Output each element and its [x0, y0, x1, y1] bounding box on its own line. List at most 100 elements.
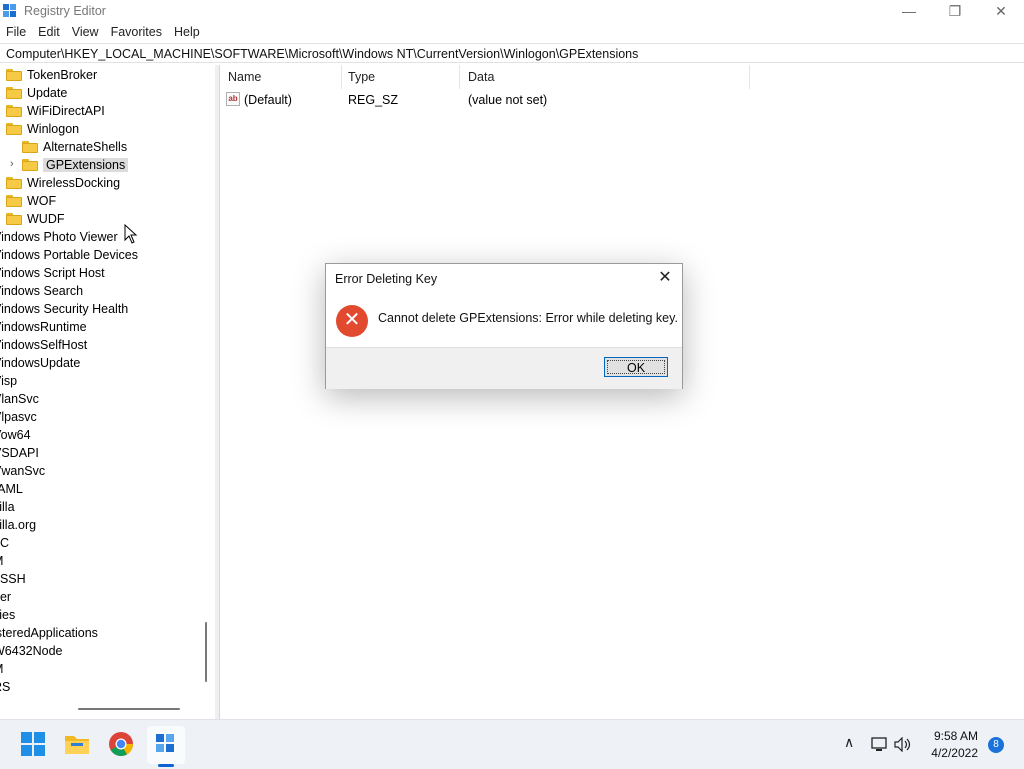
tree-item-wof[interactable]: WOF: [6, 192, 56, 210]
expand-chevron-icon[interactable]: ›: [10, 158, 14, 170]
folder-open-icon: [6, 123, 22, 135]
tree-item[interactable]: Vindows Portable Devices: [0, 246, 138, 264]
tree-item[interactable]: VSDAPI: [0, 444, 39, 462]
tree-item-gpextensions[interactable]: GPExtensions: [22, 156, 129, 174]
tree-item[interactable]: Vow64: [0, 426, 31, 444]
tree-item-label: WUDF: [27, 212, 65, 226]
registry-editor-icon: [3, 4, 16, 17]
tree-vertical-scrollbar[interactable]: [205, 622, 207, 682]
title-bar: Registry Editor — ❐ ✕: [0, 0, 1024, 22]
menu-view[interactable]: View: [66, 23, 105, 43]
window-title: Registry Editor: [24, 4, 106, 18]
value-data: (value not set): [468, 93, 548, 107]
tree-item-winlogon[interactable]: Winlogon: [6, 120, 79, 138]
tree-item[interactable]: (AML: [0, 480, 23, 498]
folder-icon: [6, 195, 22, 207]
tree-item-wifidirectapi[interactable]: WiFiDirectAPI: [6, 102, 105, 120]
tree-item[interactable]: ner: [0, 588, 11, 606]
value-row[interactable]: ab (Default) REG_SZ (value not set): [220, 91, 820, 109]
tree-item[interactable]: VindowsRuntime: [0, 318, 87, 336]
tree-horizontal-scrollbar[interactable]: [78, 708, 180, 710]
folder-icon: [6, 87, 22, 99]
registry-editor-icon[interactable]: [152, 730, 180, 758]
dialog-message: Cannot delete GPExtensions: Error while …: [378, 311, 678, 325]
tree-item[interactable]: 3C: [0, 534, 9, 552]
tree-item-wudf[interactable]: WUDF: [6, 210, 65, 228]
error-dialog: Error Deleting Key ✕ ✕ Cannot delete GPE…: [325, 263, 683, 389]
tray-overflow-chevron-icon[interactable]: ∧: [844, 734, 854, 751]
menu-favorites[interactable]: Favorites: [105, 23, 168, 43]
tree-item[interactable]: RS: [0, 678, 10, 696]
notification-badge[interactable]: 8: [988, 737, 1004, 753]
address-bar[interactable]: Computer\HKEY_LOCAL_MACHINE\SOFTWARE\Mic…: [0, 43, 1024, 63]
values-list[interactable]: Name Type Data ab (Default) REG_SZ (valu…: [220, 65, 1024, 719]
tree-item[interactable]: M: [0, 552, 3, 570]
folder-icon: [22, 159, 38, 171]
tree-item[interactable]: VindowsSelfHost: [0, 336, 87, 354]
tree-item-update[interactable]: Update: [6, 84, 67, 102]
column-header-type[interactable]: Type: [340, 65, 460, 89]
value-name: (Default): [244, 93, 292, 107]
tree-item[interactable]: W6432Node: [0, 642, 63, 660]
tree-item[interactable]: cilla.org: [0, 516, 36, 534]
file-explorer-icon[interactable]: [63, 730, 91, 758]
menu-file[interactable]: File: [0, 23, 32, 43]
mouse-cursor-icon: [124, 224, 138, 244]
tree-item[interactable]: Vlpasvc: [0, 408, 37, 426]
tree-item[interactable]: VlanSvc: [0, 390, 39, 408]
minimize-button[interactable]: —: [886, 0, 932, 22]
menu-help[interactable]: Help: [168, 23, 206, 43]
tree-item-label: Update: [27, 86, 68, 100]
tree-item-label: TokenBroker: [27, 68, 98, 82]
tree-item-label: WOF: [27, 194, 57, 208]
taskbar: ∧ 9:58 AM 4/2/2022 8: [0, 719, 1024, 769]
column-header-data[interactable]: Data: [460, 65, 750, 89]
tree-item[interactable]: isteredApplications: [0, 624, 98, 642]
tree-item[interactable]: Vindows Security Health: [0, 300, 128, 318]
tree-item[interactable]: cilla: [0, 498, 15, 516]
string-value-icon: ab: [226, 92, 240, 106]
tree-item-label: AlternateShells: [43, 140, 128, 154]
dialog-close-icon[interactable]: ✕: [654, 268, 676, 288]
tree-item-label: WirelessDocking: [27, 176, 121, 190]
folder-icon: [6, 177, 22, 189]
tree-item[interactable]: Vindows Search: [0, 282, 83, 300]
tree-item[interactable]: Vindows Script Host: [0, 264, 105, 282]
column-header-name[interactable]: Name: [220, 65, 342, 89]
close-button[interactable]: ✕: [978, 0, 1024, 22]
start-icon[interactable]: [19, 730, 47, 758]
dialog-title: Error Deleting Key: [335, 272, 438, 286]
active-app-indicator: [158, 764, 174, 767]
tree-item-alternateshells[interactable]: AlternateShells: [22, 138, 127, 156]
tree-item-tokenbroker[interactable]: TokenBroker: [6, 66, 97, 84]
value-type: REG_SZ: [348, 93, 399, 107]
folder-icon: [22, 141, 38, 153]
network-icon[interactable]: [870, 737, 888, 752]
tree-item-label: WiFiDirectAPI: [27, 104, 105, 118]
volume-icon[interactable]: [894, 737, 912, 752]
dialog-footer: OK: [326, 347, 682, 389]
tree-item[interactable]: Vindows Photo Viewer: [0, 228, 118, 246]
menu-edit[interactable]: Edit: [32, 23, 66, 43]
key-tree[interactable]: TokenBroker Update WiFiDirectAPI Winlogo…: [0, 65, 216, 719]
tree-item[interactable]: cies: [0, 606, 15, 624]
tree-item-wirelessdocking[interactable]: WirelessDocking: [6, 174, 120, 192]
clock-date[interactable]: 4/2/2022: [918, 746, 978, 760]
tree-item[interactable]: VwanSvc: [0, 462, 45, 480]
tree-item[interactable]: M: [0, 660, 3, 678]
error-icon: ✕: [336, 305, 368, 337]
maximize-button[interactable]: ❐: [932, 0, 978, 22]
clock-time[interactable]: 9:58 AM: [928, 729, 978, 743]
tree-item[interactable]: Visp: [0, 372, 17, 390]
tree-item[interactable]: nSSH: [0, 570, 26, 588]
tree-item-label: GPExtensions: [43, 158, 129, 172]
menu-bar: File Edit View Favorites Help: [0, 23, 1024, 43]
folder-icon: [6, 69, 22, 81]
address-path[interactable]: Computer\HKEY_LOCAL_MACHINE\SOFTWARE\Mic…: [6, 47, 638, 61]
folder-icon: [6, 213, 22, 225]
chrome-icon[interactable]: [107, 730, 135, 758]
folder-icon: [6, 105, 22, 117]
tree-item[interactable]: VindowsUpdate: [0, 354, 80, 372]
ok-button[interactable]: OK: [604, 357, 668, 377]
tree-item-label: Winlogon: [27, 122, 80, 136]
